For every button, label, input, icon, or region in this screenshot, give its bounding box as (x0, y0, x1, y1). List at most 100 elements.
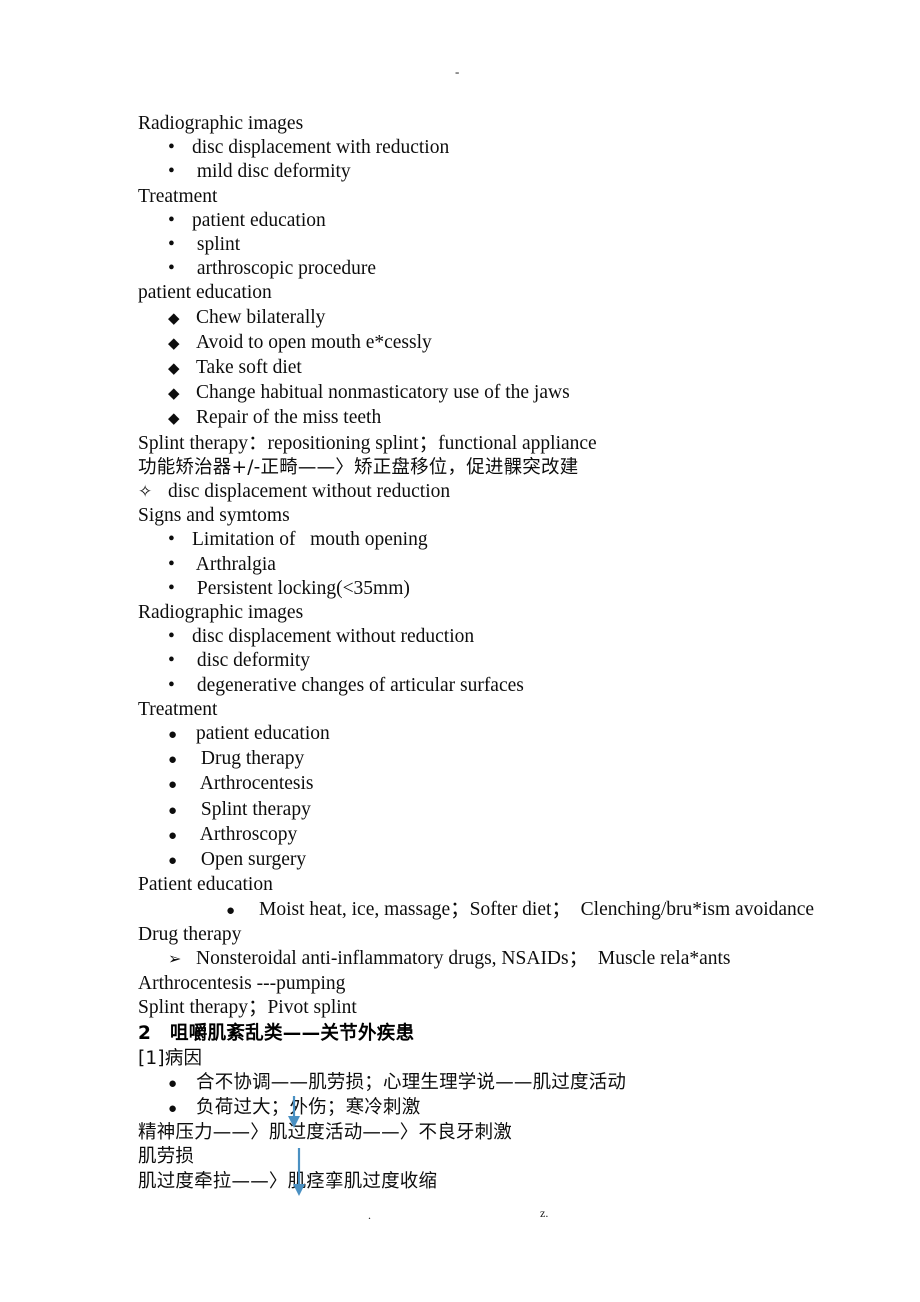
list-item: ● Open surgery (138, 848, 878, 873)
flow-line-stress: 精神压力——〉肌过度活动——〉不良牙刺激 (138, 1122, 513, 1144)
list-item-label: Avoid to open mouth e*cessly (196, 331, 432, 353)
list-item: • mild disc deformity (138, 160, 878, 184)
section-heading-treatment-1: Treatment (138, 185, 218, 207)
list-item-label: disc displacement with reduction (192, 137, 450, 159)
list-item-label: disc displacement without reduction (192, 626, 475, 648)
list-item-label: Chew bilaterally (196, 306, 326, 328)
list-item-disc-displacement-without-reduction: ✧ disc displacement without reduction (138, 480, 878, 504)
bullet-diamond-icon: ◆ (168, 361, 180, 378)
bullet-dot-icon: • (168, 209, 175, 231)
list-item: • Limitation of mouth opening (138, 528, 878, 552)
page-top-mark: - (455, 64, 460, 79)
list-item-label: Open surgery (196, 849, 307, 871)
flow-line-muscle-overstretch: 肌过度牵拉——〉肌痉挛肌过度收缩 (138, 1170, 438, 1192)
splint-therapy-pivot-line: Splint therapy；Pivot splint (138, 997, 357, 1019)
bullet-disc-icon: ● (168, 827, 178, 844)
bullet-star-icon: ✧ (138, 482, 153, 502)
list-item-label: patient education (196, 723, 330, 745)
section-heading-radiographic-images-1: Radiographic images (138, 113, 304, 134)
list-item-label: Limitation of mouth opening (192, 529, 428, 551)
list-item-label: Change habitual nonmasticatory use of th… (196, 382, 570, 404)
bullet-diamond-icon: ◆ (168, 310, 180, 327)
section-heading-masticatory-muscle-disorders: 2 咀嚼肌紊乱类——关节外疾患 (138, 1022, 415, 1044)
list-item-label: disc displacement without reduction (168, 481, 451, 503)
section-heading-patient-education-1: patient education (138, 282, 272, 304)
list-item-label: 合不协调——肌劳损；心理生理学说——肌过度活动 (196, 1071, 627, 1093)
list-item-label: Arthroscopy (196, 823, 298, 845)
bullet-dot-icon: • (168, 137, 175, 159)
list-item-label: disc deformity (192, 650, 311, 672)
list-item: • patient education (138, 209, 878, 233)
list-item: • degenerative changes of articular surf… (138, 674, 878, 698)
list-item: • splint (138, 233, 878, 257)
bullet-dot-icon: • (168, 234, 175, 256)
list-item: ◆ Take soft diet (138, 356, 878, 381)
list-item: • disc deformity (138, 649, 878, 673)
bullet-disc-icon: ● (168, 853, 178, 870)
list-item-label: degenerative changes of articular surfac… (192, 674, 524, 696)
list-item: • Persistent locking(<35mm) (138, 577, 878, 601)
subsection-etiology-label: [1]病因 (138, 1047, 203, 1069)
list-item: ● Moist heat, ice, massage；Softer diet； … (138, 898, 878, 923)
bullet-dot-icon: • (168, 650, 175, 672)
list-item-label: arthroscopic procedure (192, 258, 377, 280)
bullet-disc-icon: ● (168, 752, 178, 769)
bullet-dot-icon: • (168, 674, 175, 696)
list-item: ● Splint therapy (138, 798, 878, 823)
bullet-disc-icon: ● (168, 777, 178, 794)
list-item: ● Arthrocentesis (138, 772, 878, 797)
list-item: ● Arthroscopy (138, 823, 878, 848)
list-item-label: Repair of the miss teeth (196, 407, 382, 429)
list-item-label: Arthralgia (192, 553, 276, 575)
section-heading-drug-therapy: Drug therapy (138, 923, 242, 945)
bullet-dot-icon: • (168, 258, 175, 280)
bullet-disc-icon: ● (226, 902, 236, 919)
list-item-label: patient education (192, 209, 326, 231)
list-item: • disc displacement without reduction (138, 625, 878, 649)
section-heading-signs-and-symtoms: Signs and symtoms (138, 505, 290, 527)
list-item: ● Drug therapy (138, 747, 878, 772)
list-item: ◆ Change habitual nonmasticatory use of … (138, 381, 878, 406)
list-item: ◆ Chew bilaterally (138, 306, 878, 331)
list-item-label: mild disc deformity (192, 161, 351, 183)
list-item-label: Persistent locking(<35mm) (192, 577, 410, 599)
bullet-dot-icon: • (168, 626, 175, 648)
section-heading-patient-education-2: Patient education (138, 874, 273, 896)
bullet-disc-icon: ● (168, 1075, 178, 1092)
bullet-disc-icon: ● (168, 802, 178, 819)
bullet-dot-icon: • (168, 553, 175, 575)
bullet-arrow-icon: ➢ (168, 950, 182, 968)
document-body: Radiographic images • disc displacement … (138, 112, 878, 1194)
bullet-disc-icon: ● (168, 1100, 178, 1117)
page-bottom-left-mark: . (368, 1208, 371, 1222)
section-heading-radiographic-images-2: Radiographic images (138, 602, 304, 624)
arthrocentesis-pumping-line: Arthrocentesis ---pumping (138, 973, 346, 995)
bullet-dot-icon: • (168, 161, 175, 183)
bullet-dot-icon: • (168, 577, 175, 599)
list-item-label: 负荷过大；外伤；寒冷刺激 (196, 1096, 421, 1118)
list-item: ● 负荷过大；外伤；寒冷刺激 (138, 1096, 878, 1121)
document-page: - Radiographic images • disc displacemen… (0, 0, 920, 1302)
bullet-disc-icon: ● (168, 727, 178, 744)
list-item: ◆ Avoid to open mouth e*cessly (138, 331, 878, 356)
list-item-label: Splint therapy (196, 798, 311, 820)
bullet-diamond-icon: ◆ (168, 411, 180, 428)
list-item-label: splint (192, 234, 241, 256)
bullet-diamond-icon: ◆ (168, 386, 180, 403)
list-item: • disc displacement with reduction (138, 136, 878, 160)
list-item: ● patient education (138, 722, 878, 747)
bullet-dot-icon: • (168, 529, 175, 551)
list-item: • Arthralgia (138, 553, 878, 577)
bullet-diamond-icon: ◆ (168, 335, 180, 352)
list-item: ➢ Nonsteroidal anti-inflammatory drugs, … (138, 947, 878, 972)
list-item: • arthroscopic procedure (138, 257, 878, 281)
functional-appliance-cjk-line: 功能矫治器+/-正畸——〉矫正盘移位，促进髁突改建 (138, 456, 579, 478)
list-item-label: Arthrocentesis (196, 773, 314, 795)
page-bottom-right-mark: z. (540, 1206, 549, 1220)
splint-therapy-line: Splint therapy：repositioning splint；func… (138, 432, 597, 454)
list-item-label: Take soft diet (196, 357, 302, 379)
list-item: ◆ Repair of the miss teeth (138, 406, 878, 431)
section-heading-treatment-2: Treatment (138, 698, 218, 720)
list-item-label: Nonsteroidal anti-inflammatory drugs, NS… (196, 947, 731, 969)
list-item-label: Drug therapy (196, 748, 305, 770)
